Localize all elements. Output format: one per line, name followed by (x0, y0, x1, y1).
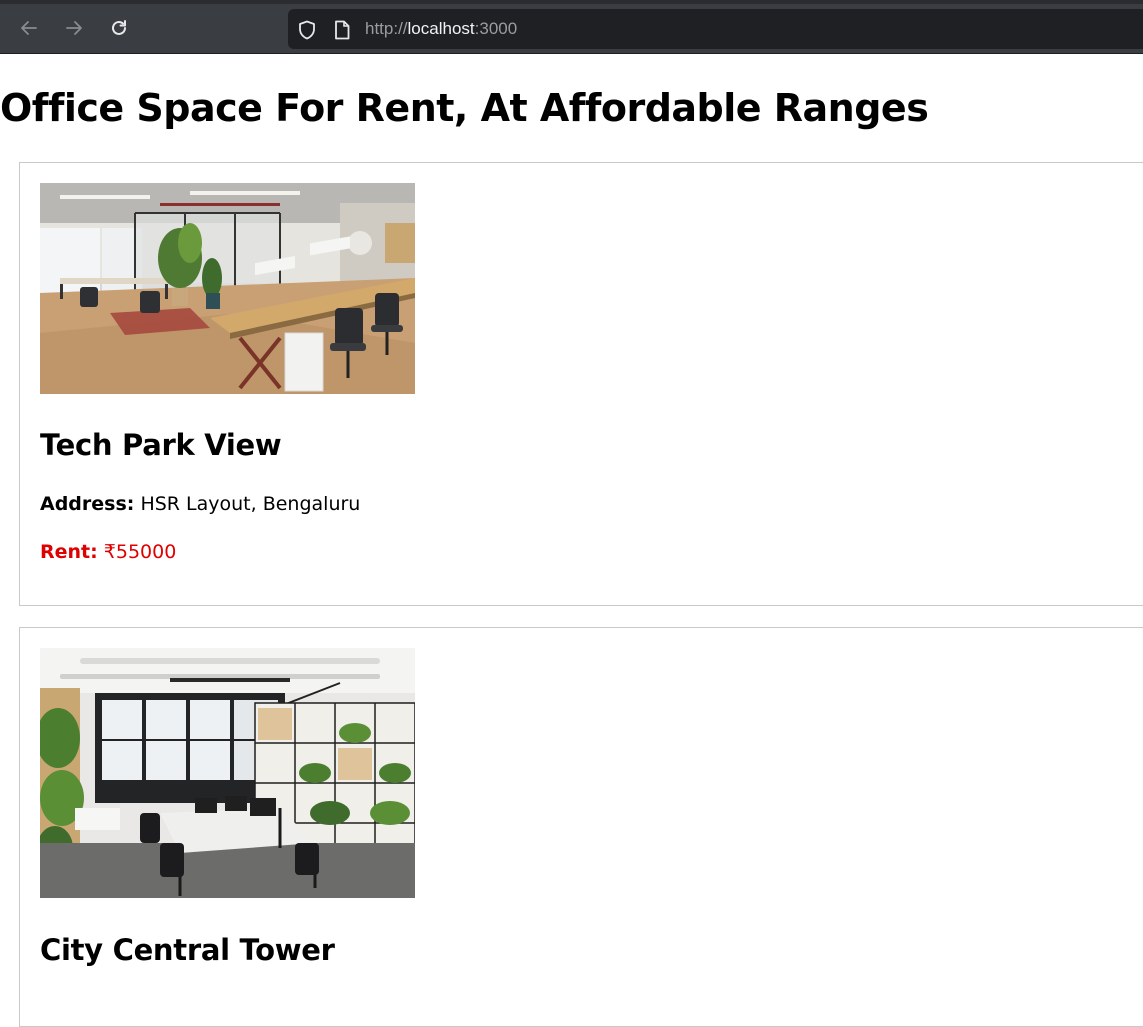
browser-toolbar: http://localhost:3000 (0, 0, 1143, 54)
listing-rent: Rent: ₹55000 (40, 540, 176, 564)
rent-label: Rent: (40, 541, 98, 563)
office-photo (40, 648, 415, 898)
page-content: Office Space For Rent, At Affordable Ran… (0, 54, 1143, 1027)
address-bar[interactable]: http://localhost:3000 (288, 9, 1143, 49)
url-port: :3000 (474, 19, 518, 38)
arrow-right-icon (66, 21, 82, 35)
address-label: Address: (40, 493, 135, 515)
shield-icon[interactable] (298, 20, 316, 44)
page-title: Office Space For Rent, At Affordable Ran… (0, 86, 929, 130)
url-text[interactable]: http://localhost:3000 (365, 19, 517, 39)
listing-card: City Central Tower (19, 627, 1143, 1027)
reload-button[interactable] (105, 14, 133, 42)
url-host: localhost (407, 19, 475, 38)
arrow-left-icon (21, 21, 37, 35)
listing-address: Address: HSR Layout, Bengaluru (40, 492, 360, 516)
reload-icon (112, 20, 126, 35)
url-scheme: http:// (365, 19, 408, 38)
listing-name: City Central Tower (40, 933, 335, 967)
office-photo (40, 183, 415, 394)
forward-button[interactable] (60, 14, 88, 42)
address-value: HSR Layout, Bengaluru (140, 493, 361, 515)
rent-value: ₹55000 (103, 541, 177, 563)
page-info-icon[interactable] (334, 20, 350, 44)
back-button[interactable] (15, 14, 43, 42)
listing-name: Tech Park View (40, 428, 282, 462)
listing-card: Tech Park View Address: HSR Layout, Beng… (19, 162, 1143, 606)
